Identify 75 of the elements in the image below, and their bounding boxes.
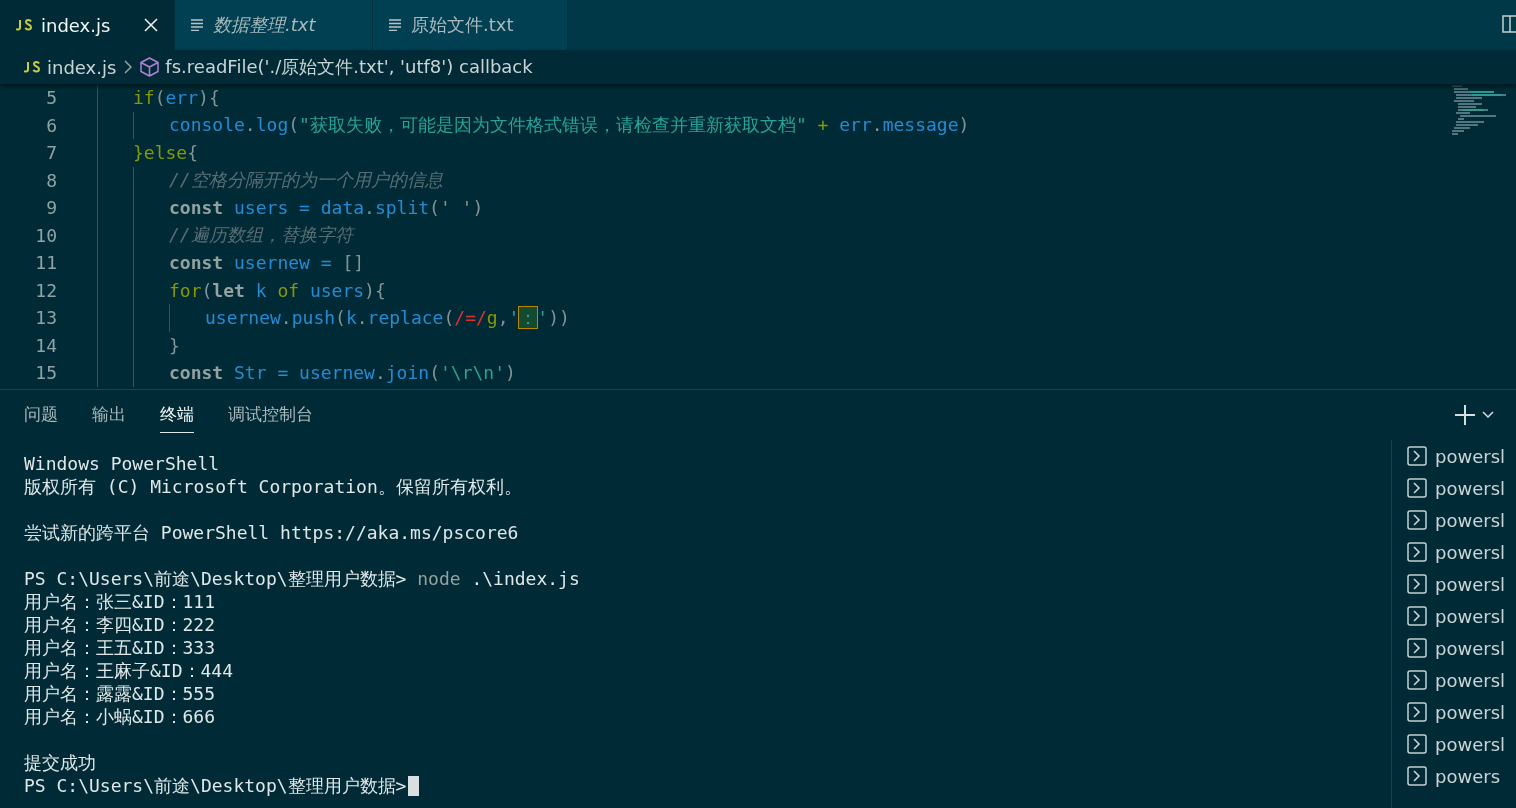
terminal-icon	[1407, 734, 1427, 754]
editor-tab[interactable]: 数据整理.txt	[175, 0, 373, 50]
line-number: 11	[34, 252, 57, 274]
terminal-icon	[1407, 606, 1427, 626]
terminal-list-item[interactable]: powersl	[1407, 568, 1516, 600]
js-file-icon	[24, 61, 41, 73]
terminal-list-item[interactable]: powersl	[1407, 600, 1516, 632]
code-line: //遍历数组，替换字符	[169, 223, 353, 248]
terminal-icon	[1407, 638, 1427, 658]
line-number: 5	[45, 87, 57, 109]
code-line: }else{	[133, 142, 199, 164]
terminal-list-item[interactable]: powersl	[1407, 440, 1516, 472]
line-number: 9	[45, 197, 57, 219]
terminal-icon	[1407, 766, 1427, 786]
line-number: 10	[34, 224, 57, 246]
text-file-icon	[389, 19, 403, 31]
terminal-list-item[interactable]: powersl	[1407, 536, 1516, 568]
line-number: 13	[34, 307, 57, 329]
terminal-list-item[interactable]: powersl	[1407, 696, 1516, 728]
code-line: if(err){	[133, 87, 220, 109]
terminal-list-item[interactable]: powers	[1407, 760, 1516, 792]
line-number: 7	[45, 142, 57, 164]
terminal-line: 提交成功	[24, 750, 96, 775]
terminal-line: Windows PowerShell	[24, 453, 220, 474]
line-number: 14	[34, 334, 57, 356]
terminal-line: 用户名：王麻子&ID：444	[24, 658, 234, 683]
terminal-line: 用户名：露露&ID：555	[24, 681, 216, 706]
new-terminal-icon[interactable]	[1454, 404, 1476, 426]
terminal-icon	[1407, 574, 1427, 594]
terminal-icon	[1407, 478, 1427, 498]
line-number: 8	[45, 169, 57, 191]
terminal-list-item[interactable]: powersl	[1407, 728, 1516, 760]
caret-icon[interactable]	[1482, 411, 1494, 419]
editor-tab[interactable]: 原始文件.txt	[373, 0, 568, 50]
panel-tab[interactable]: 终端	[160, 397, 194, 433]
terminal-line: 用户名：小蜗&ID：666	[24, 704, 216, 729]
panel-tab[interactable]: 调试控制台	[228, 397, 313, 433]
terminal-icon	[1407, 670, 1427, 690]
code-line: const Str = usernew.join('\r\n')	[169, 362, 516, 384]
panel-tab[interactable]: 问题	[24, 397, 58, 433]
terminal-icon	[1407, 542, 1427, 562]
cube-icon	[140, 57, 160, 77]
terminal-list-item[interactable]: powersl	[1407, 632, 1516, 664]
breadcrumb-item[interactable]: fs.readFile('./原始文件.txt', 'utf8') callback	[165, 55, 533, 79]
terminal-list-item[interactable]: powersl	[1407, 664, 1516, 696]
code-line: console.log("获取失败，可能是因为文件格式错误，请检查并重新获取文档" + err.message)	[169, 113, 970, 138]
terminal-line: PS C:\Users\前途\Desktop\整理用户数据> node .\index.js	[24, 566, 580, 591]
code-line: usernew.push(k.replace(/=/g,'：'))	[205, 305, 570, 330]
breadcrumb-item[interactable]: index.js	[47, 56, 117, 78]
code-line: //空格分隔开的为一个用户的信息	[169, 168, 443, 193]
line-number: 15	[34, 362, 57, 384]
code-line: }	[169, 334, 180, 356]
code-line: const users = data.split(' ')	[169, 197, 484, 219]
split-editor-icon[interactable]	[1502, 15, 1516, 33]
panel-tab[interactable]: 输出	[92, 397, 126, 433]
line-number: 12	[34, 279, 57, 301]
line-number: 6	[45, 114, 57, 136]
code-line: const usernew = []	[169, 252, 365, 274]
close-icon[interactable]	[144, 18, 158, 32]
editor-tab[interactable]: index.js	[0, 0, 175, 50]
terminal-line: 版权所有 (C) Microsoft Corporation。保留所有权利。	[24, 474, 522, 499]
terminal-line: 用户名：李四&ID：222	[24, 612, 216, 637]
text-file-icon	[191, 19, 205, 31]
terminal-line: 用户名：王五&ID：333	[24, 635, 216, 660]
terminal-icon	[1407, 510, 1427, 530]
terminal-line: PS C:\Users\前途\Desktop\整理用户数据>	[24, 773, 407, 798]
terminal-icon	[1407, 702, 1427, 722]
terminal-icon	[1407, 446, 1427, 466]
terminal-list-item[interactable]: powersl	[1407, 504, 1516, 536]
terminal-line: 尝试新的跨平台 PowerShell https://aka.ms/pscore6	[24, 520, 519, 545]
js-file-icon	[16, 19, 33, 31]
chevron-icon	[124, 60, 133, 74]
code-line: for(let k of users){	[169, 279, 386, 301]
terminal-line: 用户名：张三&ID：111	[24, 589, 216, 614]
terminal-list-item[interactable]: powersl	[1407, 472, 1516, 504]
